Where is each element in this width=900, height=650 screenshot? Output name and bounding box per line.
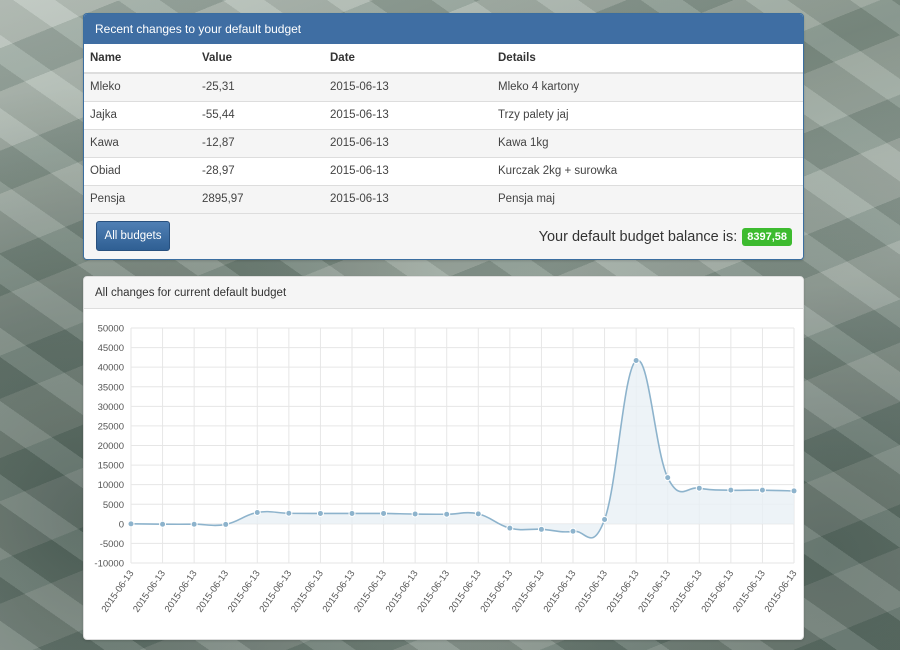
cell-value: -55,44 [196, 100, 324, 129]
cell-name: Mleko [84, 72, 196, 101]
cell-value: -25,31 [196, 72, 324, 101]
table-row: Kawa -12,87 2015-06-13 Kawa 1kg [84, 128, 803, 157]
cell-value: 2895,97 [196, 184, 324, 213]
y-tick-label: 30000 [98, 402, 124, 413]
cell-date: 2015-06-13 [324, 128, 492, 157]
recent-changes-panel: Recent changes to your default budget Na… [83, 13, 804, 260]
data-point [411, 510, 419, 518]
table-row: Pensja 2895,97 2015-06-13 Pensja maj [84, 184, 803, 213]
data-point [569, 527, 577, 535]
y-tick-label: 0 [119, 519, 124, 530]
cell-date: 2015-06-13 [324, 100, 492, 129]
column-header-value: Value [196, 44, 324, 74]
data-point [127, 520, 135, 528]
data-point [253, 508, 261, 516]
data-point [537, 525, 545, 533]
y-tick-label: 20000 [98, 441, 124, 452]
data-point [190, 520, 198, 528]
data-point [695, 484, 703, 492]
cell-details: Trzy palety jaj [492, 100, 803, 129]
column-header-name: Name [84, 44, 196, 74]
cell-details: Mleko 4 kartony [492, 72, 803, 101]
cell-date: 2015-06-13 [324, 184, 492, 213]
recent-changes-table: Name Value Date Details Mleko -25,31 201… [84, 44, 803, 213]
cell-value: -12,87 [196, 128, 324, 157]
cell-name: Kawa [84, 128, 196, 157]
cell-date: 2015-06-13 [324, 156, 492, 185]
y-tick-label: 10000 [98, 480, 124, 491]
chart-title: All changes for current default budget [84, 277, 803, 309]
balance-label: Your default budget balance is: [538, 229, 738, 245]
y-tick-label: 5000 [103, 500, 124, 511]
y-tick-label: 45000 [98, 343, 124, 354]
all-budgets-button[interactable]: All budgets [96, 221, 170, 251]
y-tick-label: -10000 [94, 559, 124, 570]
y-tick-label: 50000 [98, 324, 124, 335]
cell-details: Kurczak 2kg + surowka [492, 156, 803, 185]
data-point [506, 524, 514, 532]
recent-changes-footer: All budgets Your default budget balance … [84, 213, 803, 259]
budget-changes-chart: -10000 -5000 0 5000 10000 15000 20000 25000 3000… [94, 324, 800, 615]
data-point [316, 509, 324, 517]
table-row: Mleko -25,31 2015-06-13 Mleko 4 kartony [84, 72, 803, 101]
data-point [222, 520, 230, 528]
cell-name: Obiad [84, 156, 196, 185]
column-header-date: Date [324, 44, 492, 74]
cell-details: Pensja maj [492, 184, 803, 213]
balance-summary: Your default budget balance is: 8397,58 [539, 228, 792, 246]
cell-name: Pensja [84, 184, 196, 213]
y-tick-label: 35000 [98, 382, 124, 393]
column-header-details: Details [492, 44, 803, 74]
data-point [159, 520, 167, 528]
recent-changes-title: Recent changes to your default budget [84, 14, 803, 44]
cell-details: Kawa 1kg [492, 128, 803, 157]
y-tick-label: 25000 [98, 421, 124, 432]
data-point [758, 486, 766, 494]
y-tick-label: 15000 [98, 461, 124, 472]
data-point [727, 486, 735, 494]
cell-name: Jajka [84, 100, 196, 129]
data-point [380, 509, 388, 517]
chart-panel: All changes for current default budget -… [83, 276, 804, 640]
data-point [474, 510, 482, 518]
table-row: Jajka -55,44 2015-06-13 Trzy palety jaj [84, 100, 803, 129]
data-point [632, 357, 640, 365]
y-tick-label: 40000 [98, 363, 124, 374]
data-point [601, 516, 609, 524]
data-point [790, 487, 798, 495]
cell-date: 2015-06-13 [324, 72, 492, 101]
data-point [285, 509, 293, 517]
cell-value: -28,97 [196, 156, 324, 185]
balance-badge: 8397,58 [742, 228, 792, 246]
data-point [664, 474, 672, 482]
x-tick-label: 2015-06-13 [763, 568, 800, 614]
data-point [348, 509, 356, 517]
data-point [443, 510, 451, 518]
table-row: Obiad -28,97 2015-06-13 Kurczak 2kg + su… [84, 156, 803, 185]
table-header-row: Name Value Date Details [84, 44, 803, 74]
y-tick-label: -5000 [100, 539, 124, 550]
